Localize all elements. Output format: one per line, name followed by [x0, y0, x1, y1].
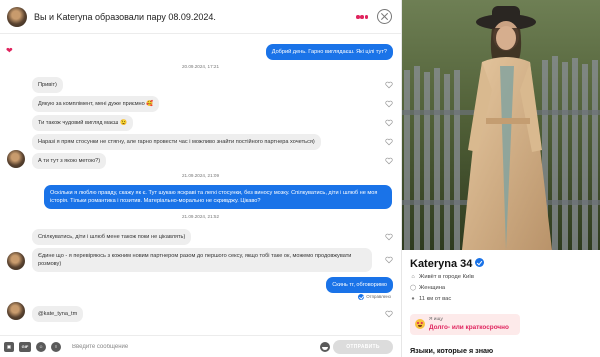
camera-icon[interactable]: ▣: [4, 342, 14, 352]
verified-icon: [475, 258, 485, 267]
seeking-value: Долго- или краткосрочно: [429, 324, 509, 331]
sticker-icon[interactable]: ☺: [36, 342, 46, 352]
avatar[interactable]: [7, 302, 25, 320]
message-incoming[interactable]: А ти тут з якою метою?): [32, 153, 107, 169]
message-outgoing[interactable]: Оскільки я люблю правду, скажу як є. Тут…: [44, 185, 392, 209]
message-outgoing[interactable]: Скинь тг, обговоримо: [326, 277, 393, 293]
send-button[interactable]: ОТПРАВИТЬ: [333, 340, 393, 354]
like-heart-icon[interactable]: [385, 119, 393, 127]
person-icon: ◯: [410, 285, 417, 291]
match-title: Вы и Kateryna образовали пару 08.09.2024…: [34, 12, 216, 22]
message-incoming[interactable]: Привіт): [32, 77, 63, 93]
like-heart-icon[interactable]: [385, 100, 393, 108]
avatar[interactable]: [7, 7, 27, 27]
profile-name: Kateryna 34: [410, 258, 485, 270]
seeking-label: Я ищу: [429, 317, 443, 322]
avatar[interactable]: [7, 252, 25, 270]
audio-icon[interactable]: ≡: [51, 342, 61, 352]
like-heart-icon[interactable]: [385, 81, 393, 89]
message-incoming[interactable]: Ти також чудовий вигляд маєш 😉: [32, 115, 133, 131]
message-date: 21.09.2024, 21:52: [181, 214, 220, 219]
home-icon: ⌂: [411, 274, 415, 280]
message-incoming[interactable]: Спілкуватись, діти і шлюб мене також пок…: [32, 229, 192, 245]
like-heart-icon[interactable]: [385, 233, 393, 241]
chat-panel: Вы и Kateryna образовали пару 08.09.2024…: [0, 0, 401, 357]
profile-name-text: Kateryna: [410, 258, 458, 270]
location-pin-icon: ●: [411, 296, 415, 302]
profile-location: ⌂ Живёт в городе Київ: [411, 274, 474, 280]
sent-check-icon: [358, 294, 365, 300]
message-input[interactable]: [72, 340, 312, 354]
languages-heading: Языки, которые я знаю: [410, 346, 494, 355]
profile-panel: Kateryna 34 ⌂ Живёт в городе Київ ◯ Женщин…: [401, 0, 600, 357]
message-composer: ▣ GIF ☺ ≡ ОТПРАВИТЬ: [0, 335, 401, 357]
like-heart-icon[interactable]: [385, 138, 393, 146]
like-heart-icon[interactable]: [385, 256, 393, 264]
profile-photo[interactable]: [402, 0, 600, 250]
seeking-card: Я ищу Долго- или краткосрочно: [410, 314, 520, 335]
more-dots-icon[interactable]: [356, 15, 369, 19]
profile-age: 34: [460, 258, 473, 270]
message-date: 21.09.2024, 21:09: [181, 173, 220, 178]
like-heart-icon[interactable]: [385, 310, 393, 318]
profile-distance: ● 11 км от вас: [411, 296, 452, 302]
heart-icon: ❤: [6, 46, 13, 55]
message-incoming[interactable]: @kate_tyna_tm: [32, 306, 84, 322]
heart-eyes-emoji-icon: [415, 319, 425, 329]
message-outgoing[interactable]: Добрий день. Гарно виглядаєш. Які цілі т…: [265, 44, 393, 60]
gif-icon[interactable]: GIF: [19, 342, 31, 352]
message-incoming[interactable]: Наразі я прям стосунки не стягну, але га…: [32, 134, 321, 150]
message-date: 20.09.2024, 17:21: [181, 64, 220, 69]
chat-header: Вы и Kateryna образовали пару 08.09.2024…: [0, 0, 401, 34]
avatar[interactable]: [7, 150, 25, 168]
status-label: Отправлено: [366, 294, 391, 300]
message-incoming[interactable]: Єдине що - я перевіряюсь з кожним новим …: [32, 248, 372, 272]
close-icon[interactable]: [377, 9, 392, 24]
profile-gender: ◯ Женщина: [410, 285, 446, 291]
like-heart-icon[interactable]: [385, 157, 393, 165]
message-incoming[interactable]: Дякую за комплімент, мені дуже приємно 🥰: [32, 96, 160, 112]
emoji-icon[interactable]: [320, 342, 330, 352]
message-status: Отправлено: [358, 294, 391, 300]
